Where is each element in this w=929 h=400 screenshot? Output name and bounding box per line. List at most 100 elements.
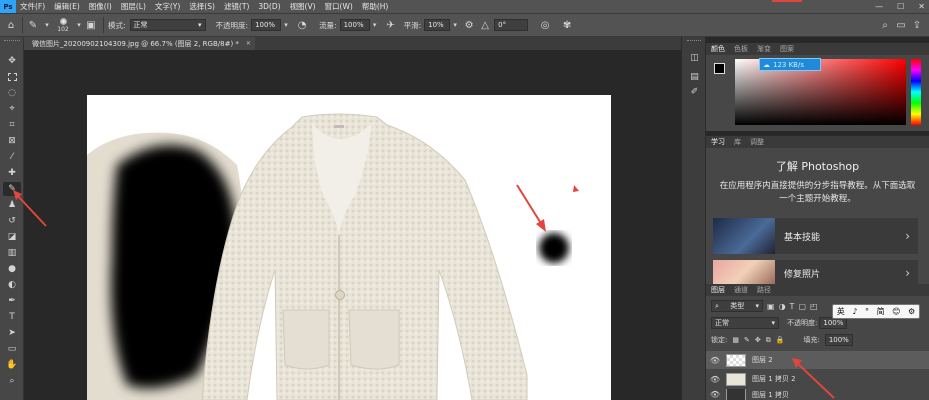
ime-punctuation-icon[interactable]: ♪ <box>852 307 857 316</box>
hue-slider[interactable] <box>911 59 921 125</box>
tab-layers[interactable]: 图层 <box>711 285 725 295</box>
flow-input[interactable]: 100% <box>339 19 370 31</box>
menu-file[interactable]: 文件(F) <box>20 1 45 12</box>
lock-position-icon[interactable]: ✥ <box>755 336 761 344</box>
chevron-down-icon[interactable]: ▾ <box>450 21 460 29</box>
smart-object-filter-icon[interactable]: ◰ <box>810 302 818 311</box>
menu-type[interactable]: 文字(Y) <box>155 1 180 12</box>
marquee-tool-icon[interactable] <box>3 70 21 84</box>
tab-learn[interactable]: 学习 <box>711 137 725 147</box>
input-method-toolbar[interactable]: 英 ♪ ° 简 😊 ⚙ <box>832 304 920 319</box>
history-panel-icon[interactable]: ◫ <box>688 51 701 64</box>
minimize-button[interactable]: — <box>875 2 883 11</box>
menu-layer[interactable]: 图层(L) <box>121 1 146 12</box>
menu-help[interactable]: 帮助(H) <box>362 1 389 12</box>
tab-adjustments[interactable]: 调整 <box>750 137 764 147</box>
smoothing-settings-gear-icon[interactable]: ⚙ <box>460 20 478 31</box>
eyedropper-tool-icon[interactable]: ⁄ <box>3 150 21 164</box>
lasso-tool-icon[interactable]: ◌ <box>3 86 21 100</box>
type-filter-icon[interactable]: T <box>790 302 795 311</box>
pressure-opacity-icon[interactable]: ◔ <box>291 20 313 31</box>
tab-color[interactable]: 颜色 <box>711 44 725 54</box>
menu-select[interactable]: 选择(S) <box>189 1 215 12</box>
fill-input[interactable]: 100% <box>824 334 853 346</box>
hand-tool-icon[interactable]: ✋ <box>3 358 21 372</box>
learn-card-fix-photo[interactable]: 修复照片 › <box>713 260 918 286</box>
canvas-area[interactable] <box>24 50 681 400</box>
ime-language-toggle[interactable]: 英 <box>837 306 845 317</box>
quick-selection-tool-icon[interactable]: ⌖ <box>3 102 21 116</box>
move-tool-icon[interactable]: ✥ <box>3 54 21 68</box>
pen-tool-icon[interactable]: ✒ <box>3 294 21 308</box>
chevron-down-icon[interactable]: ▾ <box>370 21 380 29</box>
crop-tool-icon[interactable]: ⌗ <box>3 118 21 132</box>
frame-tool-icon[interactable]: ⊠ <box>3 134 21 148</box>
dock-grip[interactable] <box>687 40 701 42</box>
smooth-input[interactable]: 10% <box>424 19 451 31</box>
image-filter-icon[interactable]: ▣ <box>767 302 775 311</box>
toolbar-grip[interactable] <box>4 40 20 42</box>
workspace-icon[interactable]: ▭ <box>893 20 909 31</box>
brush-settings-icon[interactable]: ▣ <box>83 20 99 31</box>
symmetry-butterfly-icon[interactable]: ✾ <box>558 20 576 31</box>
visibility-eye-icon[interactable]: 👁 <box>706 375 724 384</box>
chevron-down-icon[interactable]: ▾ <box>43 21 51 29</box>
shape-filter-icon[interactable]: ▢ <box>798 302 806 311</box>
search-icon[interactable]: ⌕ <box>877 20 893 31</box>
brush-preset-picker[interactable]: 102 <box>51 14 75 36</box>
close-window-button[interactable]: ✕ <box>918 2 925 11</box>
learn-card-basic-skills[interactable]: 基本技能 › <box>713 218 918 254</box>
share-icon[interactable]: ⇪ <box>909 20 925 31</box>
ime-emoji-icon[interactable]: 😊 <box>892 307 900 316</box>
zoom-tool-icon[interactable]: ⌕ <box>3 374 21 388</box>
foreground-color-swatch[interactable] <box>714 63 725 74</box>
tab-libraries[interactable]: 库 <box>734 137 741 147</box>
properties-panel-icon[interactable]: ▤ <box>688 70 701 83</box>
pressure-size-icon[interactable]: ◎ <box>532 20 558 31</box>
close-tab-icon[interactable]: ✕ <box>246 40 251 47</box>
adjustment-filter-icon[interactable]: ◑ <box>779 302 786 311</box>
opacity-input[interactable]: 100% <box>251 19 282 31</box>
lock-pixels-icon[interactable]: ✎ <box>744 336 750 344</box>
visibility-eye-icon[interactable]: 👁 <box>706 390 724 399</box>
brush-settings-panel-icon[interactable]: ✐ <box>688 85 701 98</box>
menu-image[interactable]: 图像(I) <box>89 1 112 12</box>
brush-tool-icon[interactable]: ✎ <box>23 20 43 31</box>
ime-width-icon[interactable]: ° <box>865 307 869 316</box>
lock-all-icon[interactable]: 🔒 <box>776 336 785 344</box>
eraser-tool-icon[interactable]: ◪ <box>3 230 21 244</box>
chevron-down-icon[interactable]: ▾ <box>75 21 83 29</box>
photoshop-logo[interactable]: Ps <box>0 0 16 13</box>
mode-select[interactable]: 正常 ▾ <box>129 19 206 31</box>
blend-mode-select[interactable]: 正常 ▾ <box>711 317 779 329</box>
rectangle-tool-icon[interactable]: ▭ <box>3 342 21 356</box>
gradient-tool-icon[interactable]: ▥ <box>3 246 21 260</box>
tab-gradients[interactable]: 渐变 <box>757 44 771 54</box>
airbrush-icon[interactable]: ✈ <box>380 20 402 31</box>
document-tab[interactable]: 微信图片_20200902104309.jpg @ 66.7% (图层 2, R… <box>24 37 255 50</box>
dodge-tool-icon[interactable]: ◐ <box>3 278 21 292</box>
lock-artboard-icon[interactable]: ⧉ <box>766 336 771 345</box>
document-canvas[interactable] <box>87 95 611 400</box>
ime-simplified-toggle[interactable]: 简 <box>877 306 885 317</box>
menu-filter[interactable]: 滤镜(T) <box>224 1 249 12</box>
menu-edit[interactable]: 编辑(E) <box>54 1 80 12</box>
lock-transparency-icon[interactable]: ▦ <box>732 336 739 344</box>
maximize-button[interactable]: ☐ <box>897 2 904 11</box>
tab-swatches[interactable]: 色板 <box>734 44 748 54</box>
menu-window[interactable]: 窗口(W) <box>325 1 353 12</box>
ime-settings-icon[interactable]: ⚙ <box>908 307 915 316</box>
tab-paths[interactable]: 路径 <box>757 285 771 295</box>
blur-tool-icon[interactable]: ● <box>3 262 21 276</box>
home-icon[interactable]: ⌂ <box>0 20 22 31</box>
chevron-down-icon[interactable]: ▾ <box>281 21 291 29</box>
path-selection-tool-icon[interactable]: ➤ <box>3 326 21 340</box>
layer-kind-filter[interactable]: ⌕ 类型 ▾ <box>711 300 763 312</box>
type-tool-icon[interactable]: T <box>3 310 21 324</box>
tab-patterns[interactable]: 图案 <box>780 44 794 54</box>
menu-view[interactable]: 视图(V) <box>290 1 316 12</box>
healing-brush-tool-icon[interactable]: ✚ <box>3 166 21 180</box>
visibility-eye-icon[interactable]: 👁 <box>706 356 724 365</box>
tab-channels[interactable]: 通道 <box>734 285 748 295</box>
menu-3d[interactable]: 3D(D) <box>258 2 280 11</box>
